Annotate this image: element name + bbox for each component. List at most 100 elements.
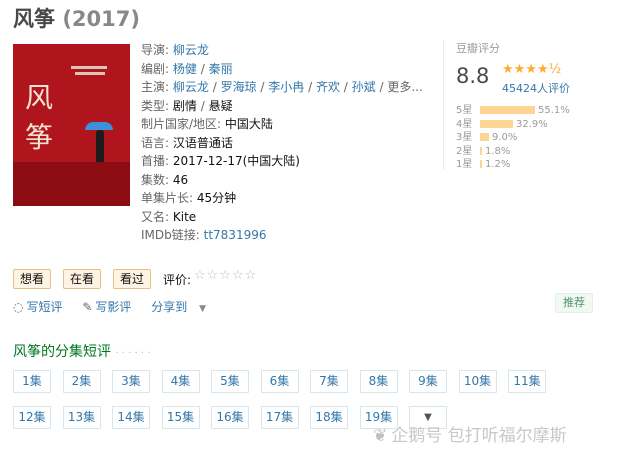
episode-button[interactable]: 13集 <box>62 406 101 429</box>
episode-button[interactable]: 1集 <box>13 370 51 393</box>
rating-bar-label: 4星 <box>456 118 473 130</box>
episode-button[interactable]: 11集 <box>508 370 546 393</box>
info-link[interactable]: 柳云龙 <box>173 80 209 94</box>
rating-bar-fill <box>480 146 482 155</box>
info-row: 单集片长: 45分钟 <box>141 191 237 205</box>
episode-button[interactable]: 2集 <box>62 370 101 393</box>
info-row: 编剧: 杨健 / 秦丽 <box>141 61 233 76</box>
episode-button[interactable]: 18集 <box>310 406 348 429</box>
rating-bar-fill <box>480 119 513 128</box>
info-link[interactable]: 孙斌 <box>352 80 376 94</box>
rating-count-link[interactable]: 45424人评价 <box>502 80 570 96</box>
title-year: (2017) <box>62 7 140 31</box>
info-value: / <box>256 80 269 94</box>
share-link[interactable]: 分享到 ▼ <box>151 300 214 314</box>
info-link[interactable]: 秦丽 <box>209 62 233 76</box>
info-label: 制片国家/地区 <box>141 117 218 131</box>
episode-button[interactable]: 16集 <box>211 406 249 429</box>
info-link[interactable]: 柳云龙 <box>173 43 209 57</box>
rating-bar-label: 3星 <box>456 132 473 143</box>
rating-distribution: 5星 55.1% 4星 32.9% 3星 9.0% 2星 1.8% 1星 1.2% <box>456 104 570 172</box>
rating-score: 8.8 <box>456 64 490 88</box>
info-row: IMDb链接: tt7831996 <box>141 228 267 242</box>
poster-title-art: 风筝 <box>25 81 54 154</box>
episode-button[interactable]: 8集 <box>359 370 398 393</box>
recommend-button[interactable]: 推荐 <box>555 293 593 313</box>
watermark: ❦ 企鹅号 包打听福尔摩斯 <box>373 426 567 446</box>
info-value: / 更多... <box>375 80 423 94</box>
rating-bar-fill <box>480 133 489 141</box>
poster-image[interactable]: 风筝 <box>13 44 130 206</box>
episode-button[interactable]: 4集 <box>161 370 200 393</box>
info-label: IMDb链接 <box>141 228 196 242</box>
review-link[interactable]: ✎ 写影评 <box>82 300 139 314</box>
penguin-icon: ❦ <box>373 426 388 446</box>
rating-bar-row: 2星 1.8% <box>456 145 570 159</box>
chevron-down-icon: ▼ <box>199 304 206 314</box>
episode-button[interactable]: 3集 <box>112 370 150 393</box>
episode-button[interactable]: 12集 <box>13 406 51 429</box>
episode-button[interactable]: 5集 <box>211 370 249 393</box>
rating-bar-row: 4星 32.9% <box>456 118 570 132</box>
info-label: 又名 <box>141 209 166 224</box>
episode-button[interactable]: 17集 <box>260 406 299 429</box>
info-value: 汉语普通话 <box>172 135 233 150</box>
rating-panel: 豆瓣评分 8.8 ★★★★½ 45424人评价 5星 55.1% 4星 32.9% 3星… <box>443 40 640 170</box>
watching-button[interactable]: 在看 <box>63 269 102 289</box>
short-review-link[interactable]: ◌ 写短评 <box>13 300 71 314</box>
watched-button[interactable]: 看过 <box>113 269 152 289</box>
rating-bar-label: 2星 <box>456 145 473 157</box>
episode-button[interactable]: 9集 <box>409 370 447 393</box>
action-row: ◌ 写短评 ✎ 写影评 分享到 ▼ <box>13 298 222 315</box>
info-value: 46 <box>172 172 189 187</box>
info-value: / <box>339 80 352 94</box>
info-value: / <box>196 98 209 113</box>
info-row: 语言: 汉语普通话 <box>141 135 233 150</box>
info-label: 语言 <box>141 135 166 150</box>
info-label: 单集片长 <box>141 191 190 205</box>
info-label: 集数 <box>141 172 166 187</box>
title-name: 风筝 <box>13 7 55 31</box>
info-link[interactable]: 齐欢 <box>316 80 340 94</box>
info-label: 编剧 <box>141 61 166 76</box>
info-value: 悬疑 <box>208 98 233 113</box>
info-link[interactable]: 李小冉 <box>268 80 304 94</box>
info-value: 剧情 <box>172 98 197 113</box>
rating-bar-percent: 32.9% <box>516 118 548 130</box>
info-link[interactable]: 杨健 <box>173 62 197 76</box>
pencil-icon: ✎ <box>82 300 93 314</box>
info-value: 2017-12-17(中国大陆) <box>172 154 300 168</box>
info-value: / <box>208 80 221 94</box>
info-link[interactable]: 罗海琼 <box>221 80 257 94</box>
rating-stars: ★★★★½ <box>502 62 562 77</box>
rate-stars-input[interactable]: ☆☆☆☆☆ <box>194 268 257 283</box>
rating-bar-row: 1星 1.2% <box>456 158 570 172</box>
info-row: 制片国家/地区: 中国大陆 <box>141 117 273 131</box>
want-button[interactable]: 想看 <box>13 269 52 289</box>
episode-button[interactable]: 14集 <box>112 406 150 429</box>
episode-button[interactable]: 6集 <box>260 370 299 393</box>
info-row: 集数: 46 <box>141 172 189 187</box>
info-link[interactable]: tt7831996 <box>204 228 267 242</box>
rating-bar-percent: 1.8% <box>485 145 511 157</box>
info-row: 主演: 柳云龙 / 罗海琼 / 李小冉 / 齐欢 / 孙斌 / 更多... <box>141 80 423 94</box>
episode-button[interactable]: 10集 <box>458 370 497 393</box>
rating-bar-percent: 55.1% <box>538 105 570 116</box>
episode-button[interactable]: 7集 <box>310 370 348 393</box>
info-value: Kite <box>172 209 197 224</box>
rating-header: 豆瓣评分 <box>456 42 500 55</box>
rating-bar-label: 5星 <box>456 105 473 116</box>
rating-bar-percent: 1.2% <box>485 159 511 170</box>
rating-bar-percent: 9.0% <box>492 132 518 143</box>
info-value: / <box>304 80 316 94</box>
info-label: 导演 <box>141 43 166 57</box>
rating-bar-label: 1星 <box>456 159 473 170</box>
info-value: 45分钟 <box>196 191 237 205</box>
info-row: 首播: 2017-12-17(中国大陆) <box>141 154 300 168</box>
info-block: 导演: 柳云龙编剧: 杨健 / 秦丽主演: 柳云龙 / 罗海琼 / 李小冉 / … <box>141 41 431 245</box>
info-label: 首播 <box>141 154 166 168</box>
info-label: 主演 <box>141 80 166 94</box>
info-row: 类型: 剧情 / 悬疑 <box>141 98 233 113</box>
info-row: 导演: 柳云龙 <box>141 43 209 57</box>
episode-button[interactable]: 15集 <box>161 406 200 429</box>
